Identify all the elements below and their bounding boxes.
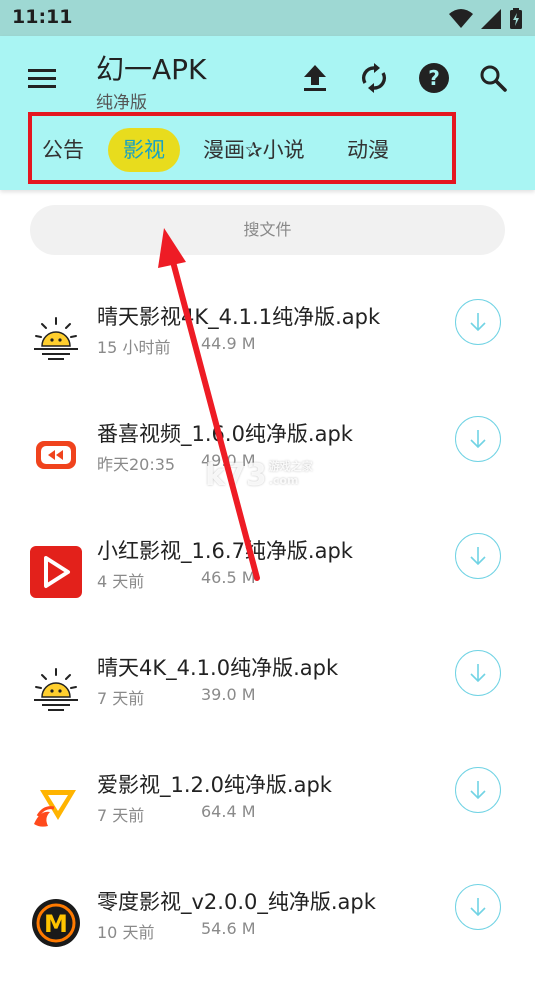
status-bar: 11:11	[0, 0, 535, 36]
flame-play-icon	[34, 790, 76, 827]
file-time: 7 天前	[97, 689, 145, 708]
file-time: 15 小时前	[97, 338, 171, 357]
battery-icon	[510, 8, 522, 29]
search-input[interactable]: 搜文件	[30, 205, 505, 255]
file-name: 爱影视_1.2.0纯净版.apk	[97, 773, 332, 797]
file-time: 4 天前	[97, 572, 145, 591]
sun-icon	[34, 668, 78, 711]
download-button[interactable]	[455, 533, 501, 579]
play-icon	[30, 546, 82, 598]
list-item[interactable]: 晴天影视4K_4.1.1纯净版.apk 15 小时前 44.9 M	[0, 287, 535, 404]
download-arrow-icon	[470, 547, 486, 566]
file-size: 44.9 M	[201, 334, 256, 353]
file-size: 64.4 M	[201, 802, 256, 821]
watermark-brand: k73	[205, 458, 267, 493]
signal-icon	[481, 9, 501, 29]
file-name: 番喜视频_1.6.0纯净版.apk	[97, 422, 353, 446]
tab-anime[interactable]: 动漫	[347, 128, 389, 172]
search-icon	[480, 65, 507, 92]
status-time: 11:11	[12, 6, 73, 28]
wifi-icon	[449, 9, 473, 28]
download-arrow-icon	[470, 313, 486, 332]
list-item[interactable]: 小红影视_1.6.7纯净版.apk 4 天前 46.5 M	[0, 521, 535, 638]
watermark-tagline: 游戏之家	[268, 460, 313, 473]
download-arrow-icon	[470, 664, 486, 683]
refresh-button[interactable]	[354, 58, 394, 98]
download-button[interactable]	[455, 416, 501, 462]
file-name: 晴天4K_4.1.0纯净版.apk	[97, 656, 339, 680]
app-title: 幻一APK	[96, 53, 207, 86]
file-size: 54.6 M	[201, 919, 256, 938]
watermark-domain: .com	[268, 474, 299, 487]
sun-icon	[34, 317, 78, 360]
help-button[interactable]: ?	[414, 58, 454, 98]
download-button[interactable]	[455, 767, 501, 813]
svg-text:?: ?	[428, 66, 440, 90]
tab-comics-novels[interactable]: 漫画✰小说	[203, 128, 305, 172]
app-bar: 幻一APK 纯净版 ? 公告 影视 漫画✰小说 动漫	[0, 36, 535, 190]
search-button[interactable]	[473, 58, 513, 98]
download-button[interactable]	[455, 299, 501, 345]
upload-icon	[304, 65, 326, 91]
refresh-icon	[361, 63, 387, 93]
hamburger-icon	[28, 69, 56, 88]
file-time: 10 天前	[97, 923, 155, 942]
file-name: 晴天影视4K_4.1.1纯净版.apk	[97, 305, 381, 329]
file-name: 小红影视_1.6.7纯净版.apk	[97, 539, 353, 563]
status-icons	[449, 8, 523, 30]
file-size: 46.5 M	[201, 568, 256, 587]
list-item[interactable]: 晴天4K_4.1.0纯净版.apk 7 天前 39.0 M	[0, 638, 535, 755]
file-time: 7 天前	[97, 806, 145, 825]
list-item[interactable]: M 零度影视_v2.0.0_纯净版.apk 10 天前 54.6 M	[0, 872, 535, 989]
file-time: 昨天20:35	[97, 455, 176, 474]
tabs-highlight-box: 公告 影视 漫画✰小说 动漫	[28, 112, 456, 184]
tab-announcement[interactable]: 公告	[42, 128, 84, 172]
m-logo-icon: M	[32, 899, 80, 947]
download-button[interactable]	[455, 884, 501, 930]
help-icon: ?	[419, 63, 449, 93]
rewind-icon	[36, 441, 76, 469]
watermark-logo: k73 游戏之家 .com	[205, 458, 313, 493]
download-button[interactable]	[455, 650, 501, 696]
upload-button[interactable]	[295, 58, 335, 98]
list-item[interactable]: 爱影视_1.2.0纯净版.apk 7 天前 64.4 M	[0, 755, 535, 872]
tab-movies[interactable]: 影视	[108, 128, 180, 172]
menu-button[interactable]	[26, 66, 58, 90]
svg-text:M: M	[44, 910, 68, 938]
download-arrow-icon	[470, 430, 486, 449]
download-arrow-icon	[470, 781, 486, 800]
app-subtitle: 纯净版	[96, 93, 147, 113]
file-size: 39.0 M	[201, 685, 256, 704]
file-name: 零度影视_v2.0.0_纯净版.apk	[97, 890, 376, 914]
download-arrow-icon	[470, 898, 486, 917]
